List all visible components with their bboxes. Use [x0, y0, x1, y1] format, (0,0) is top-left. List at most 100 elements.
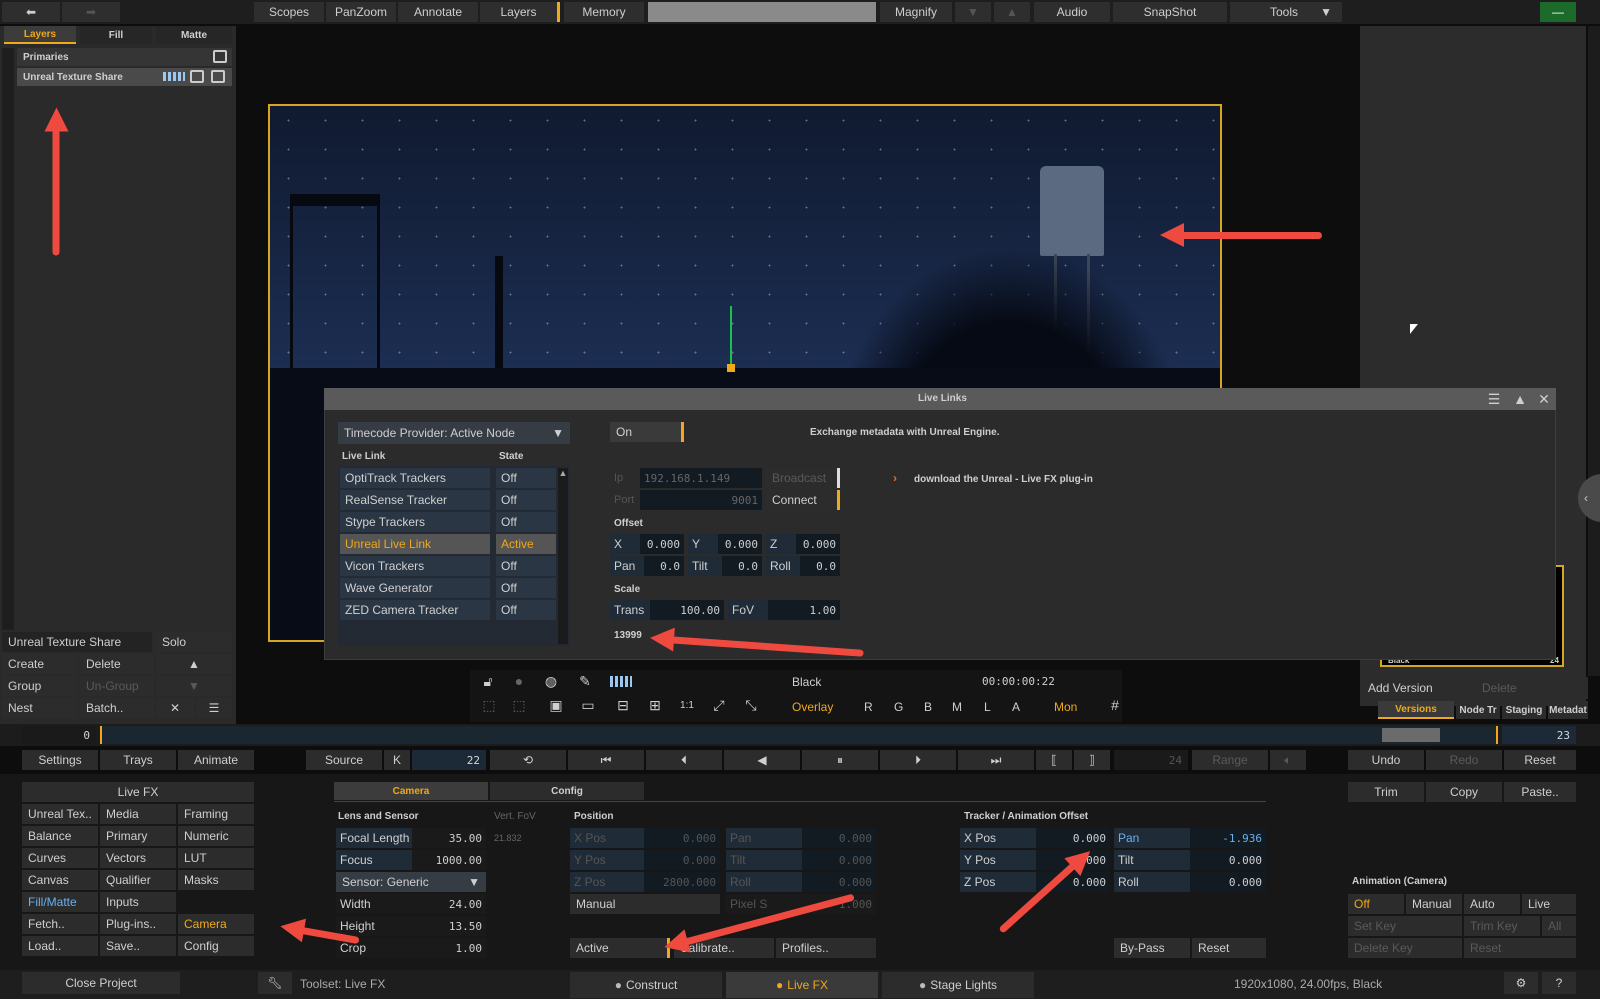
set-key-button[interactable]: Set Key [1348, 916, 1462, 936]
help-button[interactable]: ? [1542, 972, 1576, 994]
profiles-button[interactable]: Profiles.. [776, 938, 876, 958]
settings-button[interactable]: Settings [22, 750, 98, 770]
next-frame-button[interactable]: ⏵ [880, 750, 956, 770]
move-down-button[interactable]: ▼ [156, 676, 232, 696]
livefx-canvas[interactable]: Canvas [22, 870, 98, 890]
anim-auto-button[interactable]: Auto [1464, 894, 1520, 914]
link-row[interactable]: OptiTrack Trackers [340, 468, 490, 488]
link-row[interactable]: Stype Trackers [340, 512, 490, 532]
magnify-down-button[interactable]: ▼ [955, 2, 991, 22]
timeline-track[interactable] [100, 726, 1498, 744]
tracker-reset-button[interactable]: Reset [1192, 938, 1266, 958]
channel-a[interactable]: A [1012, 700, 1020, 714]
tab-staging[interactable]: Staging [1502, 701, 1546, 719]
anim-manual-button[interactable]: Manual [1406, 894, 1462, 914]
link-row[interactable]: RealSense Tracker [340, 490, 490, 510]
close-project-button[interactable]: Close Project [22, 972, 180, 994]
tab-config[interactable]: Config [490, 782, 644, 800]
broadcast-button[interactable]: Broadcast [766, 468, 840, 488]
scale-trans-field[interactable]: 100.00 [650, 600, 724, 620]
focus-field[interactable]: 1000.00 [412, 850, 486, 870]
bars-icon[interactable] [610, 676, 632, 687]
panzoom-button[interactable]: PanZoom [326, 2, 396, 22]
zoom-in-icon[interactable]: ⊞ [644, 696, 666, 714]
trays-button[interactable]: Trays [100, 750, 176, 770]
links-scrollbar[interactable]: ▲ [558, 468, 568, 644]
active-button[interactable]: Active [570, 938, 670, 958]
magnify-button[interactable]: Magnify [880, 2, 952, 22]
bypass-button[interactable]: By-Pass [1114, 938, 1190, 958]
livefx-inputs[interactable]: Inputs [100, 892, 176, 912]
zpos-field[interactable]: 2800.000 [644, 872, 720, 892]
focal-length-field[interactable]: 35.00 [412, 828, 486, 848]
menu-icon[interactable]: ☰ [1484, 390, 1504, 408]
play-reverse-button[interactable]: ◀ [724, 750, 800, 770]
port-field[interactable]: 9001 [640, 490, 762, 510]
channel-g[interactable]: G [894, 700, 903, 714]
nest-button[interactable]: Nest [2, 698, 76, 718]
tracker-xpos-field[interactable]: 0.000 [1036, 828, 1110, 848]
livefx-curves[interactable]: Curves [22, 848, 98, 868]
fullscreen-icon[interactable]: ⤡ [740, 696, 762, 714]
connect-button[interactable]: Connect [766, 490, 840, 510]
settings-gear-button[interactable]: ⚙ [1504, 972, 1538, 994]
current-frame-field[interactable]: 22 [412, 750, 486, 770]
redo-button[interactable]: Redo [1426, 750, 1502, 770]
tab-matte[interactable]: Matte [156, 26, 232, 44]
channel-m[interactable]: M [952, 700, 962, 714]
livefx-qualifier[interactable]: Qualifier [100, 870, 176, 890]
mute-button[interactable]: 🔈︎ [1270, 750, 1306, 770]
width-field[interactable]: 24.00 [412, 894, 486, 914]
livefx-framing[interactable]: Framing [178, 804, 254, 824]
channel-r[interactable]: R [864, 700, 873, 714]
ungroup-button[interactable]: Un-Group [80, 676, 154, 696]
delete-key-button[interactable]: Delete Key [1348, 938, 1462, 958]
tilt-field[interactable]: 0.000 [802, 850, 876, 870]
ip-field[interactable]: 192.168.1.149 [640, 468, 762, 488]
fit-icon[interactable]: ⤢ [708, 696, 730, 714]
tab-fill[interactable]: Fill [80, 26, 152, 44]
snapshot-button[interactable]: SnapShot [1113, 2, 1227, 22]
overlay-button[interactable]: Overlay [792, 700, 833, 714]
mon-button[interactable]: Mon [1054, 700, 1077, 714]
close-icon[interactable]: ✕ [1534, 390, 1554, 408]
offset-tilt-field[interactable]: 0.0 [722, 556, 762, 576]
tab-node-tree[interactable]: Node Tr [1456, 701, 1500, 719]
globe-icon[interactable]: ◍ [540, 672, 562, 690]
all-button[interactable]: All [1542, 916, 1576, 936]
ypos-field[interactable]: 0.000 [644, 850, 720, 870]
copy-button[interactable]: Copy [1426, 782, 1502, 802]
tools-button[interactable]: Tools ▼ [1230, 2, 1342, 22]
mark-out-button[interactable]: ⟧ [1074, 750, 1110, 770]
livefx-lut[interactable]: LUT [178, 848, 254, 868]
audio-button[interactable]: Audio [1034, 2, 1110, 22]
timeline-playhead[interactable] [1382, 728, 1440, 742]
reset-button[interactable]: Reset [1504, 750, 1576, 770]
pan-field[interactable]: 0.000 [802, 828, 876, 848]
layer-menu-button[interactable]: ☰ [196, 698, 232, 718]
forward-button[interactable]: ➡ [62, 2, 120, 22]
range-button[interactable]: Range [1192, 750, 1268, 770]
timecode-provider-select[interactable]: Timecode Provider: Active Node ▼ [338, 422, 570, 444]
livefx-fetch[interactable]: Fetch.. [22, 914, 98, 934]
livefx-unreal-tex[interactable]: Unreal Tex.. [22, 804, 98, 824]
construct-tab[interactable]: ● Construct [570, 972, 722, 998]
loop-button[interactable]: ⟲ [490, 750, 566, 770]
link-row[interactable]: ZED Camera Tracker [340, 600, 490, 620]
tab-camera[interactable]: Camera [334, 782, 488, 800]
offset-x-field[interactable]: 0.000 [640, 534, 684, 554]
grid-icon[interactable]: # [1104, 696, 1126, 714]
livefx-fill-matte[interactable]: Fill/Matte [22, 892, 98, 912]
live-link-on-toggle[interactable]: On [610, 422, 684, 442]
magnify-up-button[interactable]: ▲ [994, 2, 1030, 22]
memory-button[interactable]: Memory [564, 2, 644, 22]
livefx-config[interactable]: Config [178, 936, 254, 956]
trim-button[interactable]: Trim [1348, 782, 1424, 802]
guides-icon[interactable]: ⬚ [508, 696, 530, 714]
memory-slider[interactable] [648, 2, 876, 22]
prev-frame-button[interactable]: ⏴ [646, 750, 722, 770]
offset-roll-field[interactable]: 0.0 [800, 556, 840, 576]
gizmo-marker[interactable] [730, 306, 732, 368]
anim-off-button[interactable]: Off [1348, 894, 1404, 914]
livefx-media[interactable]: Media [100, 804, 176, 824]
